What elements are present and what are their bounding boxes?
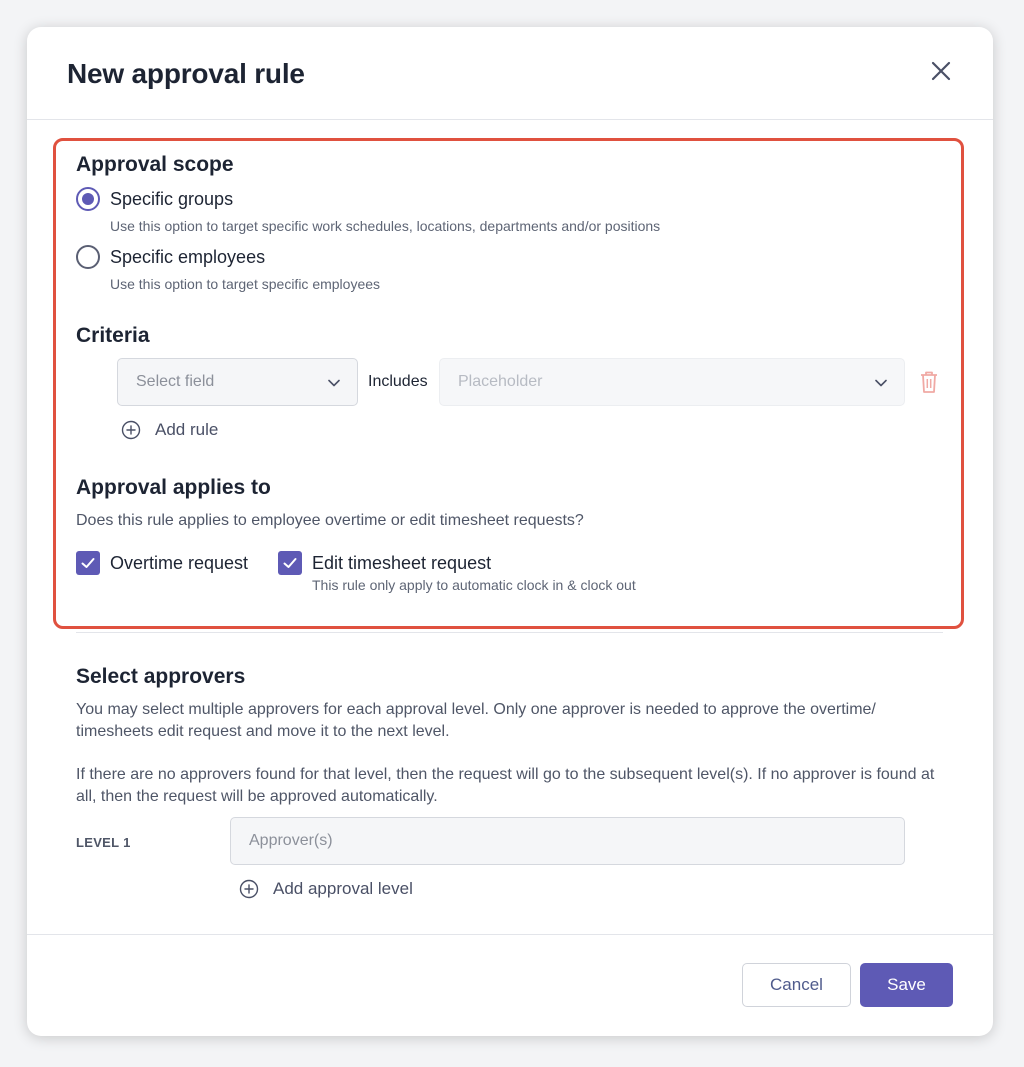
checkbox-label: Edit timesheet request xyxy=(312,552,492,573)
checkbox-checked[interactable] xyxy=(76,551,100,575)
footer-divider xyxy=(27,934,993,935)
checkmark-icon xyxy=(81,558,95,568)
chevron-down-icon xyxy=(328,379,340,387)
select-field-dropdown[interactable]: Select field xyxy=(117,358,358,406)
section-divider xyxy=(76,632,943,633)
checkmark-icon xyxy=(283,558,297,568)
approval-scope-title: Approval scope xyxy=(76,153,234,176)
select-field-value: Select field xyxy=(136,373,215,390)
save-button[interactable]: Save xyxy=(860,963,953,1007)
checkbox-label: Overtime request xyxy=(110,552,249,573)
radio-helper-text: Use this option to target specific work … xyxy=(110,218,661,234)
add-approval-level-button[interactable]: Add approval level xyxy=(239,879,413,899)
checkbox-helper-text: This rule only apply to automatic clock … xyxy=(312,577,636,593)
plus-circle-icon xyxy=(121,420,141,440)
radio-specific-employees[interactable]: Specific employees xyxy=(76,245,265,269)
approvers-description-1: You may select multiple approvers for ea… xyxy=(76,701,876,740)
plus-circle-icon xyxy=(239,879,259,899)
radio-helper-text: Use this option to target specific emplo… xyxy=(110,276,381,292)
checkbox-overtime-request[interactable]: Overtime request xyxy=(76,551,248,575)
criteria-title: Criteria xyxy=(76,324,150,347)
add-rule-label: Add rule xyxy=(155,420,219,439)
checkbox-edit-timesheet-request[interactable]: Edit timesheet request xyxy=(278,551,491,575)
radio-label: Specific employees xyxy=(110,246,266,267)
radio-label: Specific groups xyxy=(110,188,234,209)
radio-button-checked[interactable] xyxy=(76,187,100,211)
approvers-input[interactable] xyxy=(230,817,905,865)
add-rule-button[interactable]: Add rule xyxy=(121,420,218,440)
close-button[interactable] xyxy=(929,59,953,83)
approval-rule-dialog: New approval rule Approval scope Specifi… xyxy=(27,27,993,1036)
trash-icon[interactable] xyxy=(919,370,939,394)
add-approval-level-label: Add approval level xyxy=(273,879,413,898)
checkbox-checked[interactable] xyxy=(278,551,302,575)
cancel-button[interactable]: Cancel xyxy=(742,963,851,1007)
applies-to-title: Approval applies to xyxy=(76,476,271,499)
radio-specific-groups[interactable]: Specific groups xyxy=(76,187,233,211)
operator-label: Includes xyxy=(368,373,428,390)
level-label: LEVEL 1 xyxy=(76,835,131,850)
dialog-header: New approval rule xyxy=(27,27,993,120)
dialog-title: New approval rule xyxy=(67,58,305,89)
chevron-down-icon xyxy=(875,379,887,387)
approvers-description-2: If there are no approvers found for that… xyxy=(76,766,935,805)
criteria-value-dropdown[interactable]: Placeholder xyxy=(439,358,905,406)
radio-button-unchecked[interactable] xyxy=(76,245,100,269)
applies-to-description: Does this rule applies to employee overt… xyxy=(76,512,584,529)
select-approvers-title: Select approvers xyxy=(76,665,246,688)
close-icon xyxy=(931,61,951,81)
criteria-value-placeholder: Placeholder xyxy=(458,373,543,390)
